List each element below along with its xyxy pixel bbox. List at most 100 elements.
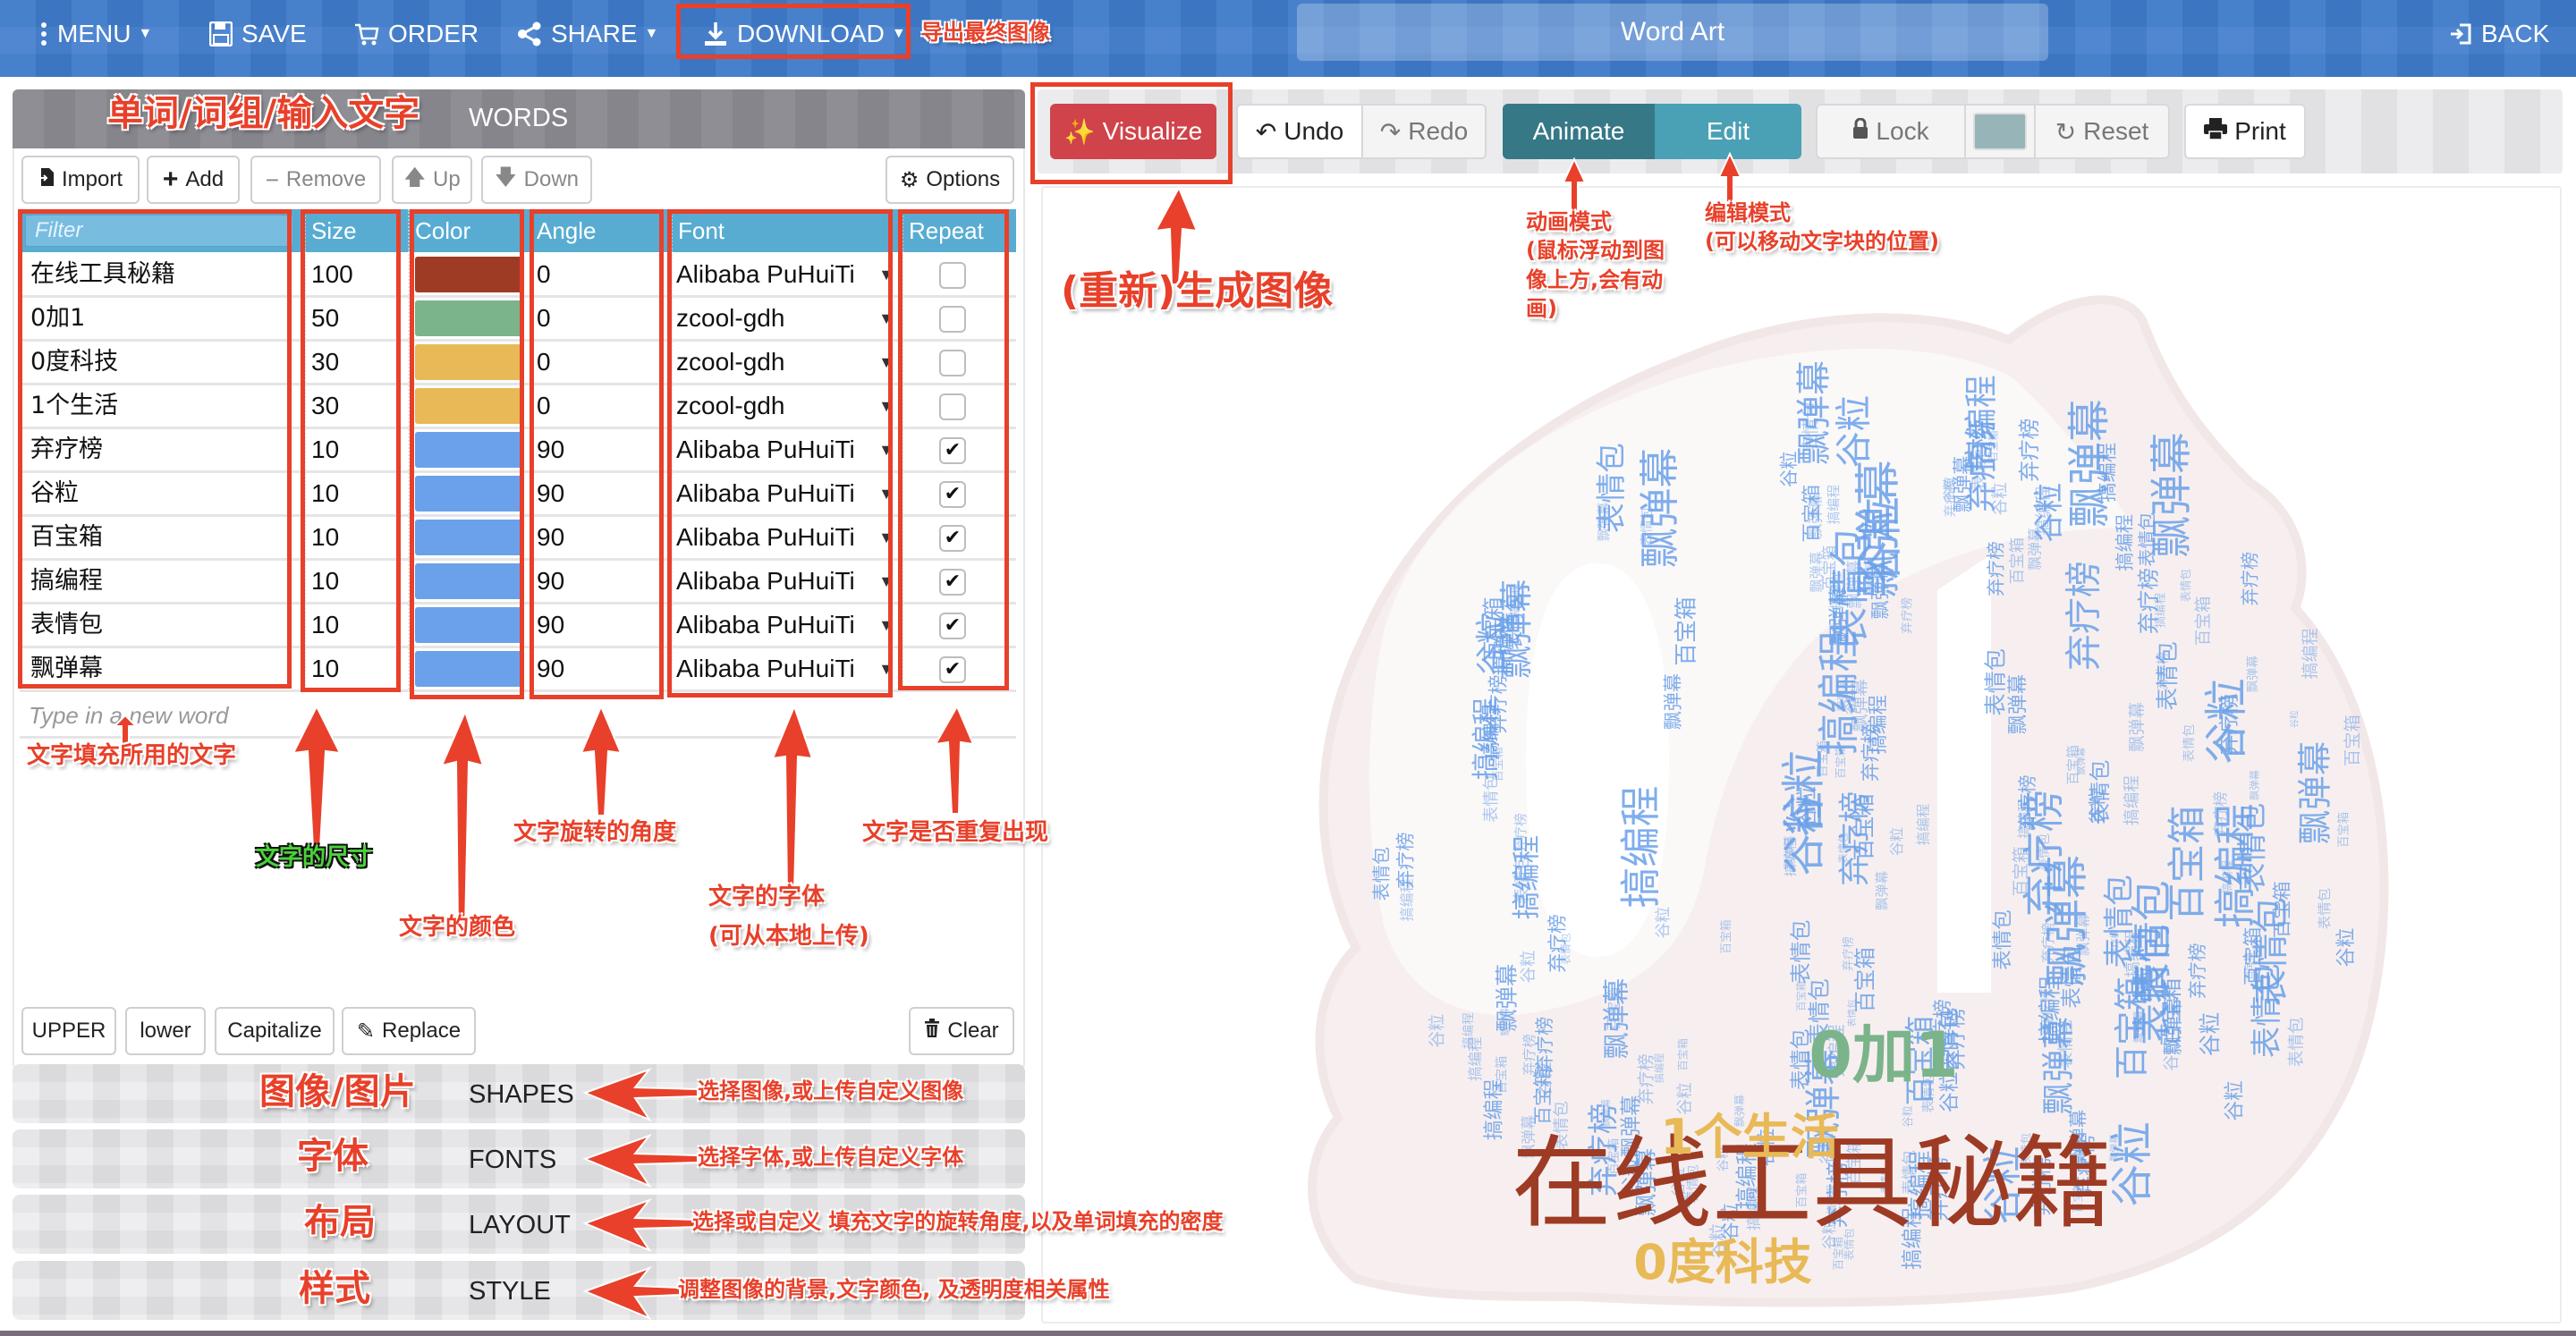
size-cell[interactable]: 50 bbox=[304, 298, 408, 339]
filler-word[interactable]: 谷粒 bbox=[1778, 451, 1800, 487]
download-button[interactable]: DOWNLOAD ▼ bbox=[703, 16, 906, 52]
filler-word[interactable]: 百宝箱 bbox=[2009, 537, 2027, 585]
word-cell[interactable]: 飘弹幕 bbox=[20, 648, 304, 689]
filler-word[interactable]: 搞编程 bbox=[2016, 799, 2032, 839]
filler-word[interactable]: 百宝箱 bbox=[2012, 846, 2031, 896]
repeat-checkbox[interactable]: ✔ bbox=[939, 569, 966, 596]
filler-word[interactable]: 搞编程 bbox=[1462, 1012, 1476, 1048]
table-row[interactable]: 0度科技 30 0 zcool-gdh ▼ bbox=[20, 342, 1016, 385]
clear-button[interactable]: Clear bbox=[909, 1007, 1014, 1055]
filler-word[interactable]: 谷粒 bbox=[1901, 1105, 1914, 1128]
filler-word[interactable]: 表情包 bbox=[1789, 920, 1814, 985]
save-button[interactable]: SAVE bbox=[209, 16, 307, 52]
filler-word[interactable]: 弃疗榜 bbox=[2239, 552, 2260, 606]
filler-word[interactable]: 表情包 bbox=[1983, 648, 2009, 716]
filler-word[interactable]: 表情包 bbox=[1992, 909, 2015, 970]
filler-word[interactable]: 搞编程 bbox=[1479, 704, 1502, 761]
repeat-checkbox[interactable] bbox=[939, 262, 966, 289]
filler-word[interactable]: 表情包 bbox=[1640, 507, 1655, 546]
filler-word[interactable]: 表情包 bbox=[1801, 402, 1820, 452]
filler-word[interactable]: 谷粒 bbox=[2202, 678, 2252, 765]
filler-word[interactable]: 弃疗榜 bbox=[1841, 936, 1855, 971]
main-word[interactable]: 0度科技 bbox=[1633, 1234, 1812, 1290]
color-cell[interactable] bbox=[408, 342, 530, 383]
main-word[interactable]: 0加1 bbox=[1809, 1019, 1958, 1092]
redo-button[interactable]: ↷ Redo bbox=[1363, 104, 1487, 159]
repeat-checkbox[interactable] bbox=[939, 393, 966, 420]
filler-word[interactable]: 弃疗榜 bbox=[1636, 1053, 1656, 1104]
filler-word[interactable]: 飘弹幕 bbox=[2041, 855, 2093, 987]
color-swatch[interactable] bbox=[415, 300, 524, 336]
filler-word[interactable]: 谷粒 bbox=[1943, 477, 1957, 502]
filler-word[interactable]: 谷粒 bbox=[2335, 927, 2358, 967]
word-cell[interactable]: 谷粒 bbox=[20, 473, 304, 514]
filler-word[interactable]: 飘弹幕 bbox=[1493, 964, 1520, 1032]
color-swatch[interactable] bbox=[415, 651, 524, 687]
filter-input[interactable]: Filter bbox=[25, 215, 293, 247]
undo-button[interactable]: ↶ Undo bbox=[1236, 104, 1363, 159]
table-row[interactable]: 弃疗榜 10 90 Alibaba PuHuiTi ▼ ✔ bbox=[20, 429, 1016, 473]
color-cell[interactable] bbox=[408, 561, 530, 602]
font-select[interactable]: Alibaba PuHuiTi ▼ bbox=[671, 473, 902, 514]
filler-word[interactable]: 百宝箱 bbox=[1719, 919, 1733, 954]
filler-word[interactable]: 表情包 bbox=[1371, 847, 1393, 901]
angle-cell[interactable]: 90 bbox=[530, 429, 671, 470]
font-select[interactable]: Alibaba PuHuiTi ▼ bbox=[671, 648, 902, 689]
angle-cell[interactable]: 0 bbox=[530, 385, 671, 427]
filler-word[interactable]: 百宝箱 bbox=[1834, 746, 1847, 779]
color-cell[interactable] bbox=[408, 473, 530, 514]
filler-word[interactable]: 表情包 bbox=[2317, 888, 2333, 929]
filler-word[interactable]: 表情包 bbox=[2182, 724, 2197, 762]
visualize-button[interactable]: ✨ Visualize bbox=[1050, 104, 1216, 159]
angle-cell[interactable]: 0 bbox=[530, 254, 671, 295]
filler-word[interactable]: 搞编程 bbox=[2152, 593, 2167, 629]
word-cell[interactable]: 百宝箱 bbox=[20, 517, 304, 558]
repeat-checkbox[interactable] bbox=[939, 306, 966, 333]
filler-word[interactable]: 表情包 bbox=[2088, 760, 2113, 824]
column-header-angle[interactable]: Angle bbox=[530, 209, 671, 252]
color-cell[interactable] bbox=[408, 648, 530, 689]
angle-cell[interactable]: 90 bbox=[530, 605, 671, 646]
color-cell[interactable] bbox=[408, 429, 530, 470]
filler-word[interactable]: 百宝箱 bbox=[1480, 596, 1506, 662]
color-cell[interactable] bbox=[408, 298, 530, 339]
color-picker-button[interactable] bbox=[1966, 104, 2036, 159]
filler-word[interactable]: 谷粒 bbox=[2108, 1121, 2157, 1206]
color-swatch[interactable] bbox=[415, 607, 524, 643]
filler-word[interactable]: 谷粒 bbox=[1519, 951, 1538, 984]
filler-word[interactable]: 百宝箱 bbox=[1676, 1038, 1690, 1071]
filler-word[interactable]: 百宝箱 bbox=[2343, 715, 2363, 766]
share-button[interactable]: SHARE ▼ bbox=[517, 16, 658, 52]
size-cell[interactable]: 30 bbox=[304, 342, 408, 383]
repeat-checkbox[interactable]: ✔ bbox=[939, 437, 966, 464]
word-cell[interactable]: 表情包 bbox=[20, 605, 304, 646]
filler-word[interactable]: 谷粒 bbox=[1428, 1014, 1447, 1048]
filler-word[interactable]: 飘弹幕 bbox=[2026, 528, 2043, 571]
angle-cell[interactable]: 0 bbox=[530, 298, 671, 339]
filler-word[interactable]: 搞编程 bbox=[2123, 775, 2142, 825]
filler-word[interactable]: 搞编程 bbox=[1482, 1079, 1505, 1140]
color-cell[interactable] bbox=[408, 517, 530, 558]
move-down-button[interactable]: 🡇 Down bbox=[481, 156, 592, 204]
filler-word[interactable]: 百宝箱 bbox=[2195, 596, 2214, 647]
size-cell[interactable]: 10 bbox=[304, 517, 408, 558]
angle-cell[interactable]: 90 bbox=[530, 473, 671, 514]
table-row[interactable]: 1个生活 30 0 zcool-gdh ▼ bbox=[20, 385, 1016, 429]
filler-word[interactable]: 谷粒 bbox=[2288, 710, 2300, 728]
filler-word[interactable]: 飘弹幕 bbox=[2075, 748, 2087, 775]
edit-mode-button[interactable]: Edit bbox=[1655, 104, 1801, 159]
filler-word[interactable]: 搞编程 bbox=[1617, 786, 1665, 909]
color-swatch[interactable] bbox=[415, 432, 524, 468]
main-word[interactable]: 1个生活 bbox=[1660, 1109, 1839, 1165]
angle-cell[interactable]: 90 bbox=[530, 648, 671, 689]
column-header-size[interactable]: Size bbox=[304, 209, 408, 252]
filler-word[interactable]: 飘弹幕 bbox=[2039, 1017, 2078, 1115]
filler-word[interactable]: 表情包 bbox=[1837, 833, 1850, 864]
filler-word[interactable]: 飘弹幕 bbox=[1850, 679, 1870, 732]
filler-word[interactable]: 飘弹幕 bbox=[1835, 679, 1848, 711]
filler-word[interactable]: 飘弹幕 bbox=[1602, 978, 1633, 1060]
filler-word[interactable]: 弃疗榜 bbox=[2187, 943, 2208, 999]
size-cell[interactable]: 10 bbox=[304, 648, 408, 689]
repeat-checkbox[interactable] bbox=[939, 350, 966, 376]
font-select[interactable]: Alibaba PuHuiTi ▼ bbox=[671, 517, 902, 558]
